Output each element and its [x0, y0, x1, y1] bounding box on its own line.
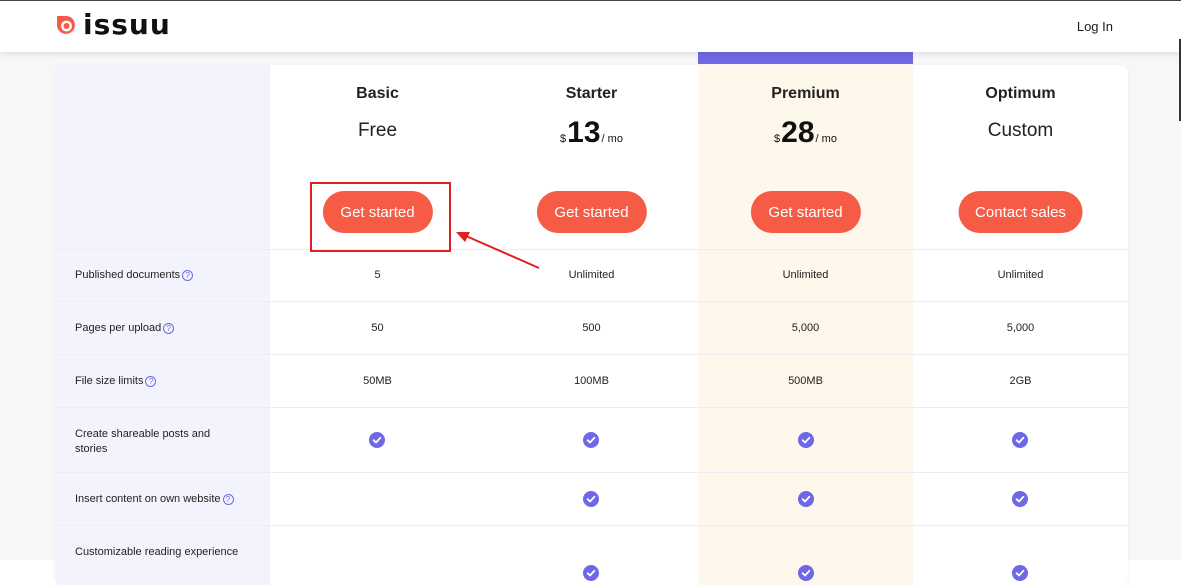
help-circle-icon[interactable]: ?: [222, 493, 234, 505]
row-label-text: File size limits: [75, 375, 144, 387]
top-navigation-bar: issuu Log In: [0, 0, 1181, 121]
login-link[interactable]: Log In: [1077, 19, 1113, 34]
price-currency: $: [560, 133, 567, 145]
table-cell: Unlimited: [782, 269, 829, 281]
plan-price: $ 28 / mo: [698, 118, 913, 148]
table-row: Pages per upload? 50 500 5,000 5,000: [55, 301, 1128, 354]
row-label: Customizable reading experience: [75, 546, 239, 558]
contact-sales-button[interactable]: Contact sales: [958, 191, 1083, 233]
issuu-logo-icon: [57, 16, 75, 34]
table-cell: 100MB: [574, 375, 609, 387]
table-row: Insert content on own website?: [55, 472, 1128, 525]
pricing-table: Basic Free Get started Starter $ 13 / mo…: [55, 65, 1128, 585]
table-cell: 2GB: [1009, 375, 1032, 387]
pricing-page: Basic Free Get started Starter $ 13 / mo…: [0, 52, 1181, 585]
check-circle-icon: [1012, 565, 1028, 581]
table-cell: 500: [582, 322, 601, 334]
table-row: Create shareable posts and stories: [55, 407, 1128, 472]
table-row: File size limits? 50MB 100MB 500MB 2GB: [55, 354, 1128, 407]
check-circle-icon: [798, 565, 814, 581]
check-circle-icon: [798, 491, 814, 507]
plan-price: Free: [357, 120, 398, 141]
plan-name: Optimum: [985, 85, 1056, 102]
check-circle-icon: [1012, 432, 1028, 448]
price-amount: 28: [781, 116, 815, 149]
check-circle-icon: [583, 432, 599, 448]
price-period: / mo: [815, 133, 837, 145]
help-circle-icon[interactable]: ?: [163, 322, 175, 334]
check-circle-icon: [583, 565, 599, 581]
check-circle-icon: [1012, 491, 1028, 507]
row-label-text: Pages per upload: [75, 322, 162, 334]
table-cell: Unlimited: [997, 269, 1044, 281]
row-label-text: Insert content on own website: [75, 493, 221, 505]
check-circle-icon: [798, 432, 814, 448]
table-cell: 500MB: [788, 375, 823, 387]
issuu-logo[interactable]: issuu: [55, 11, 171, 39]
get-started-button[interactable]: Get started: [536, 191, 647, 233]
table-cell: Unlimited: [568, 269, 615, 281]
price-amount: 13: [567, 116, 601, 149]
row-label-text: Published documents: [75, 269, 181, 281]
help-circle-icon[interactable]: ?: [182, 269, 194, 281]
row-label: Pages per upload?: [75, 321, 245, 336]
plan-price: Custom: [987, 120, 1054, 141]
row-label: File size limits?: [75, 374, 245, 389]
get-started-button[interactable]: Get started: [322, 191, 433, 233]
price-currency: $: [774, 133, 781, 145]
check-circle-icon: [583, 491, 599, 507]
table-cell: 5,000: [1006, 322, 1035, 334]
plan-name: Starter: [565, 85, 618, 102]
plan-name: Basic: [356, 85, 399, 102]
table-cell: 50MB: [363, 375, 392, 387]
help-circle-icon[interactable]: ?: [145, 375, 157, 387]
price-period: / mo: [601, 133, 623, 145]
check-circle-icon: [369, 432, 385, 448]
premium-highlight-bar: [698, 52, 913, 64]
table-cell: 5,000: [791, 322, 820, 334]
row-label: Published documents?: [75, 268, 245, 283]
plan-name: Premium: [771, 85, 840, 102]
row-label: Insert content on own website?: [75, 492, 245, 507]
table-row: Published documents? 5 Unlimited Unlimit…: [55, 249, 1128, 301]
logo-text: issuu: [83, 8, 171, 41]
table-cell: 5: [374, 269, 381, 281]
table-cell: 50: [371, 322, 384, 334]
plan-price: $ 13 / mo: [484, 118, 699, 148]
get-started-button[interactable]: Get started: [750, 191, 861, 233]
row-label: Create shareable posts and stories: [75, 428, 211, 455]
table-row: Customizable reading experience: [55, 525, 1128, 585]
